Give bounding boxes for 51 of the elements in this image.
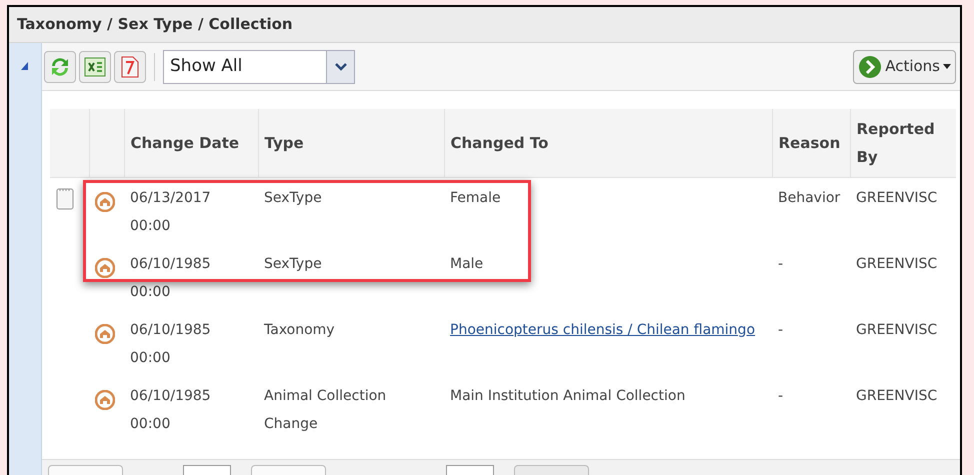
table-row[interactable]: 06/10/1985 00:00 SexType Male - GREENVISC <box>50 244 956 310</box>
date-text: 06/10/1985 00:00 <box>130 386 212 434</box>
filter-dropdown[interactable]: Show All <box>163 50 355 84</box>
table-cell: Main Institution Animal Collection <box>450 388 686 404</box>
date-text: 06/13/2017 00:00 <box>130 188 212 236</box>
column-header[interactable]: Reported By <box>856 114 950 171</box>
taxonomy-link[interactable]: Phoenicopterus chilensis / Chilean flamingo <box>450 322 756 338</box>
house-badge-icon <box>95 324 115 344</box>
excel-button[interactable] <box>79 50 111 82</box>
table-cell: Female <box>450 190 501 206</box>
column-header[interactable]: Changed To <box>450 128 766 157</box>
spreadsheet-icon <box>84 56 106 76</box>
table-row[interactable]: 06/10/1985 00:00 Animal Collection Change Main Institution Animal Collection - GREENVISC <box>50 376 956 442</box>
chevron-down-icon <box>334 62 346 70</box>
table-cell: - <box>778 388 784 404</box>
table-cell: Behavior <box>778 190 840 206</box>
table-cell: GREENVISC <box>856 256 938 272</box>
document-icon <box>121 56 139 78</box>
table-cell: Male <box>450 256 484 272</box>
table-cell: - <box>778 322 784 338</box>
expand-triangle-icon[interactable] <box>21 62 29 70</box>
table-cell: SexType <box>264 190 322 206</box>
date-text: 06/10/1985 00:00 <box>130 254 212 302</box>
house-badge-icon <box>95 390 115 410</box>
panel-title: Taxonomy / Sex Type / Collection <box>17 14 293 36</box>
page-field[interactable] <box>183 465 231 475</box>
house-badge-icon <box>95 192 115 212</box>
table-cell: Animal Collection Change <box>264 388 386 432</box>
table-row[interactable]: 06/10/1985 00:00 Taxonomy Phoenicopterus chilensis / Chilean flamingo - GREENVISC <box>50 310 956 376</box>
column-header[interactable]: Change Date <box>130 128 252 157</box>
arrow-circle-icon <box>858 54 882 78</box>
table-cell: - <box>778 256 784 272</box>
table-cell: GREENVISC <box>856 388 938 404</box>
table-row[interactable]: 06/13/2017 00:00 SexType Female Behavior GREENVISC <box>50 177 956 244</box>
actions-button[interactable]: Actions <box>853 50 956 84</box>
column-header[interactable]: Type <box>264 128 438 157</box>
pager-button[interactable] <box>251 465 326 475</box>
page-size-field[interactable] <box>446 465 494 475</box>
pager-button[interactable] <box>48 465 123 475</box>
pdf-button[interactable] <box>114 50 146 82</box>
table-cell: Taxonomy <box>264 322 335 338</box>
pager-button[interactable] <box>514 465 589 475</box>
date-text: 06/10/1985 00:00 <box>130 320 212 368</box>
caret-icon <box>943 64 951 69</box>
table-cell: SexType <box>264 256 322 272</box>
refresh-button[interactable] <box>44 50 76 82</box>
table-cell: GREENVISC <box>856 322 938 338</box>
table-cell: GREENVISC <box>856 190 938 206</box>
house-badge-icon <box>95 258 115 278</box>
note-icon[interactable] <box>56 188 74 210</box>
column-header[interactable]: Reason <box>778 128 844 157</box>
